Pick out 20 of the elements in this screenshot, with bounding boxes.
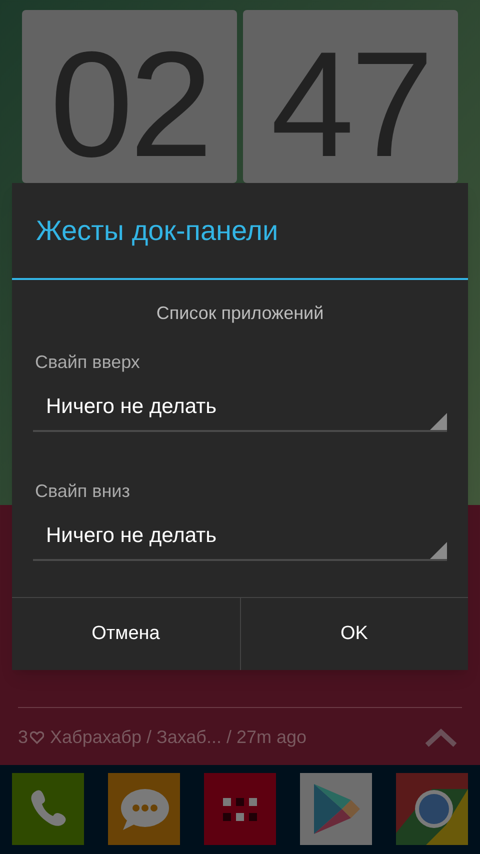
section-header: Список приложений: [156, 302, 324, 325]
chat-bubble-icon[interactable]: [108, 773, 180, 845]
setting-label: Свайп вверх: [34, 351, 141, 374]
browser-icon[interactable]: [396, 773, 468, 845]
heart-icon: [30, 731, 44, 744]
dialog-button[interactable]: OK: [240, 598, 468, 670]
chevron-up-icon[interactable]: [424, 728, 458, 748]
dropdown[interactable]: Ничего не делать: [33, 519, 447, 561]
clock-hours: 02: [22, 10, 237, 183]
feed-item-text: Хабрахабр / Захаб... / 27m ago: [50, 726, 307, 749]
like-count: 3: [18, 726, 28, 749]
clock-minutes: 47: [243, 10, 458, 183]
dialog-title: Жесты док-панели: [36, 214, 278, 248]
dropdown-corner-icon: [430, 413, 447, 430]
app-grid-icon[interactable]: [204, 773, 276, 845]
dialog-button[interactable]: Отмена: [12, 598, 240, 670]
setting-label: Свайп вниз: [34, 480, 131, 503]
phone-icon[interactable]: [12, 773, 84, 845]
dropdown-corner-icon: [430, 542, 447, 559]
dropdown[interactable]: Ничего не делать: [33, 390, 447, 432]
